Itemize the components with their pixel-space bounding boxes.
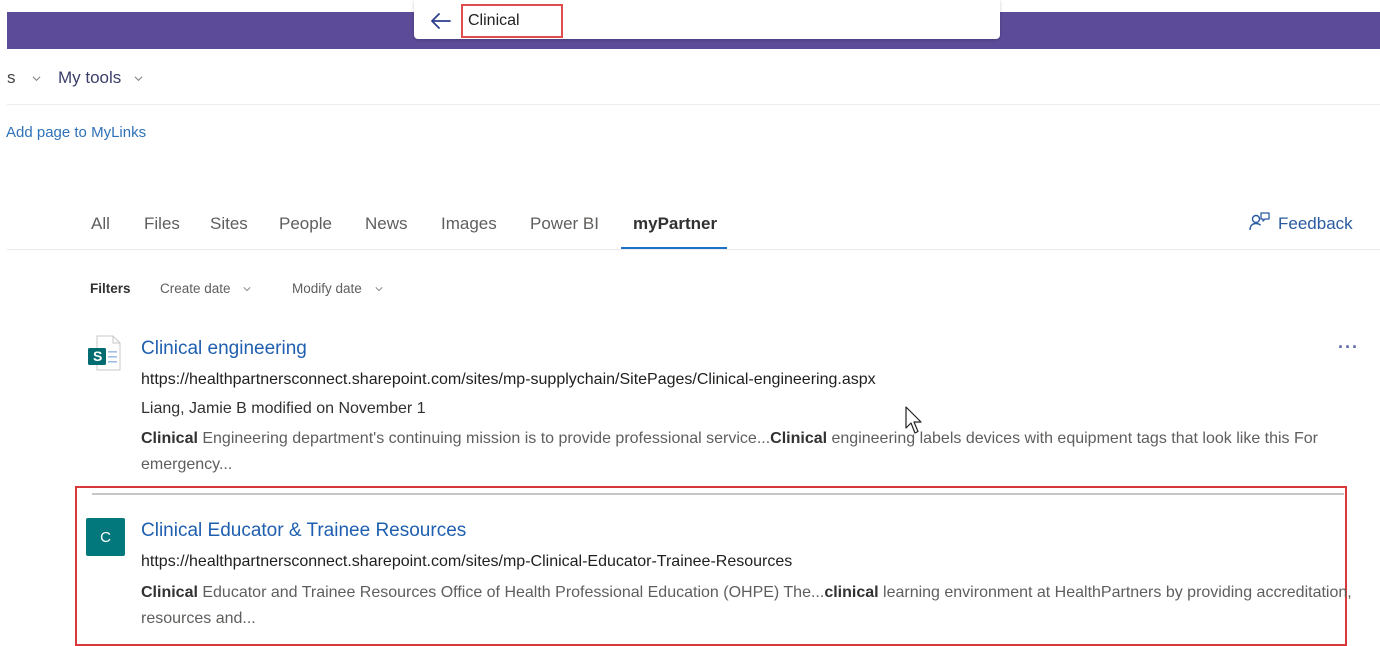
- tab-images[interactable]: Images: [441, 214, 497, 234]
- site-logo-icon: C: [86, 518, 125, 556]
- tabs-divider: [7, 249, 1380, 250]
- nav-item-partial[interactable]: s: [7, 68, 41, 88]
- tab-all[interactable]: All: [91, 214, 110, 234]
- feedback-label: Feedback: [1278, 214, 1353, 233]
- tab-mypartner[interactable]: myPartner: [633, 214, 717, 234]
- result-title-link[interactable]: Clinical Educator & Trainee Resources: [141, 520, 466, 542]
- modify-date-filter[interactable]: Modify date: [292, 281, 383, 296]
- tab-sites[interactable]: Sites: [210, 214, 248, 234]
- result-modified-info: Liang, Jamie B modified on November 1: [141, 400, 426, 417]
- chevron-down-icon: [32, 76, 41, 82]
- snippet-highlight: Clinical: [141, 430, 198, 447]
- nav-item-my-tools[interactable]: My tools: [58, 68, 143, 88]
- result-snippet: Clinical Educator and Trainee Resources …: [141, 580, 1366, 632]
- mouse-cursor-icon: [905, 406, 922, 434]
- tab-power-bi[interactable]: Power BI: [530, 214, 599, 234]
- feedback-icon: [1249, 212, 1270, 231]
- more-options-button[interactable]: ···: [1338, 337, 1359, 358]
- sharepoint-page-icon-letter: S: [93, 348, 103, 364]
- back-arrow-icon[interactable]: [428, 10, 454, 32]
- result-url: https://healthpartnersconnect.sharepoint…: [141, 553, 793, 570]
- result-title-link[interactable]: Clinical engineering: [141, 338, 307, 360]
- nav-divider: [7, 104, 1380, 105]
- snippet-highlight: clinical: [824, 584, 879, 601]
- result-url: https://healthpartnersconnect.sharepoint…: [141, 371, 876, 388]
- chevron-down-icon: [243, 287, 251, 292]
- tab-files[interactable]: Files: [144, 214, 180, 234]
- nav-item-partial-label: s: [7, 68, 16, 87]
- result-snippet: Clinical Engineering department's contin…: [141, 426, 1366, 478]
- filters-label: Filters: [90, 281, 131, 296]
- create-date-filter[interactable]: Create date: [160, 281, 251, 296]
- snippet-text: Educator and Trainee Resources Office of…: [197, 584, 825, 601]
- search-tabs: All Files Sites People News Images Power…: [0, 204, 1380, 250]
- snippet-text: Engineering department's continuing miss…: [197, 430, 771, 447]
- tab-news[interactable]: News: [365, 214, 408, 234]
- create-date-label: Create date: [160, 281, 231, 296]
- snippet-highlight: Clinical: [770, 430, 828, 447]
- tab-people[interactable]: People: [279, 214, 332, 234]
- modify-date-label: Modify date: [292, 281, 362, 296]
- search-query-highlight: [461, 4, 563, 38]
- sharepoint-page-icon: S: [87, 333, 123, 373]
- chevron-down-icon: [134, 76, 143, 82]
- snippet-highlight: Clinical: [141, 584, 198, 601]
- add-to-mylinks-link[interactable]: Add page to MyLinks: [6, 124, 146, 141]
- chevron-down-icon: [375, 287, 383, 292]
- nav-item-my-tools-label: My tools: [58, 68, 122, 87]
